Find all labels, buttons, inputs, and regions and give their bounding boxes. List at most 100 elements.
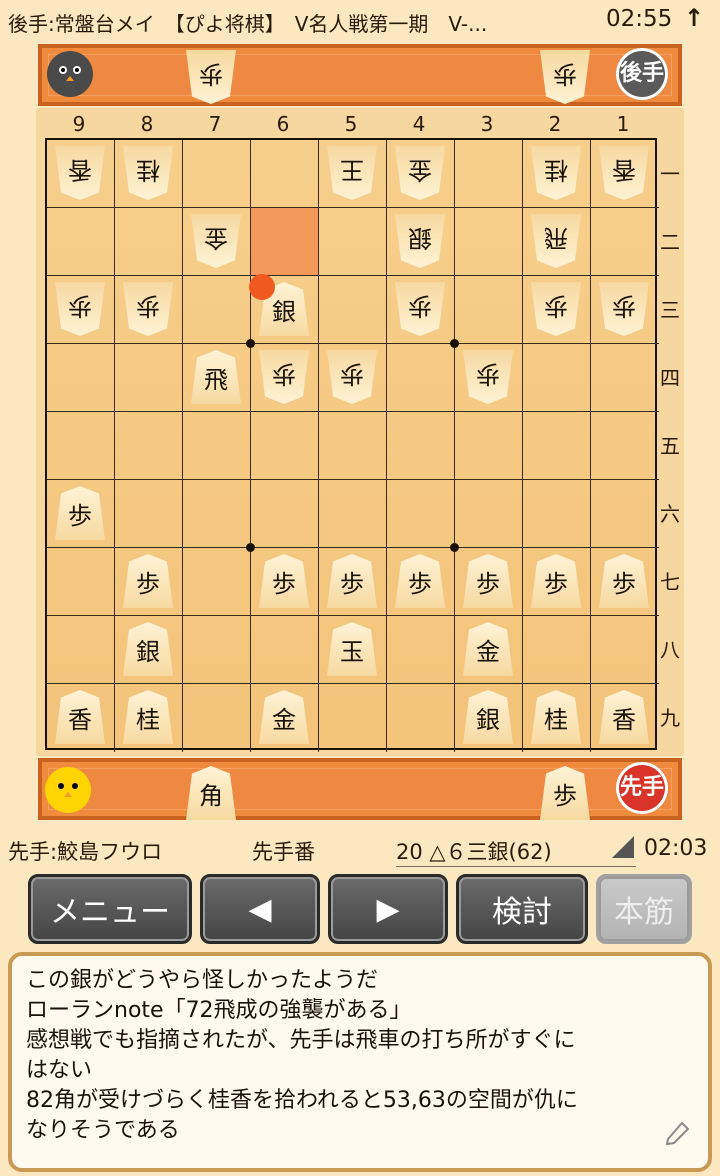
sente-piece[interactable]: 金 xyxy=(463,622,513,676)
sente-piece[interactable]: 香 xyxy=(599,690,649,744)
column-label: 4 xyxy=(412,112,426,136)
gote-piece[interactable]: 金 xyxy=(191,214,241,268)
board-square[interactable] xyxy=(47,344,115,412)
sente-piece[interactable]: 歩 xyxy=(327,554,377,608)
board-square[interactable] xyxy=(183,548,251,616)
board-square[interactable] xyxy=(47,412,115,480)
comment-box[interactable]: この銀がどうやら怪しかったようだ ローランnote「72飛成の強襲がある」 感想… xyxy=(8,952,712,1172)
gote-piece[interactable]: 桂 xyxy=(123,146,173,200)
board-square[interactable] xyxy=(319,480,387,548)
gote-piece[interactable]: 歩 xyxy=(463,350,513,404)
board-square[interactable] xyxy=(251,412,319,480)
gote-piece[interactable]: 香 xyxy=(55,146,105,200)
sente-piece[interactable]: 飛 xyxy=(191,350,241,404)
sente-piece[interactable]: 銀 xyxy=(463,690,513,744)
board-square[interactable] xyxy=(319,412,387,480)
board-square[interactable] xyxy=(387,412,455,480)
dropdown-triangle-icon[interactable] xyxy=(612,836,634,858)
board-square[interactable] xyxy=(387,480,455,548)
gote-piece[interactable]: 歩 xyxy=(259,350,309,404)
next-move-button[interactable]: ▶ xyxy=(328,874,448,944)
sente-piece[interactable]: 桂 xyxy=(123,690,173,744)
sente-piece[interactable]: 金 xyxy=(259,690,309,744)
board-square[interactable] xyxy=(319,276,387,344)
sente-hand-piece[interactable]: 角 xyxy=(186,766,236,820)
gote-piece[interactable]: 歩 xyxy=(395,282,445,336)
board-square[interactable] xyxy=(183,276,251,344)
sente-piece[interactable]: 玉 xyxy=(327,622,377,676)
row-label: 七 xyxy=(660,570,680,594)
sente-piece[interactable]: 歩 xyxy=(123,554,173,608)
pencil-icon[interactable] xyxy=(662,1115,694,1156)
comment-line: 感想戦でも指摘されたが、先手は飛車の打ち所がすぐに xyxy=(26,1028,576,1053)
gote-piece[interactable]: 歩 xyxy=(55,282,105,336)
board-square[interactable] xyxy=(115,344,183,412)
column-label: 2 xyxy=(548,112,562,136)
up-arrow-icon[interactable]: ↑ xyxy=(684,4,704,32)
shogi-board[interactable]: 香桂王金桂香金銀飛歩歩銀歩歩歩飛歩歩歩歩歩歩歩歩歩歩歩銀玉金香桂金銀桂香 xyxy=(45,138,659,752)
board-square[interactable] xyxy=(115,412,183,480)
sente-piece[interactable]: 桂 xyxy=(531,690,581,744)
gote-piece[interactable]: 歩 xyxy=(599,282,649,336)
board-square[interactable] xyxy=(591,208,659,276)
gote-hand-piece[interactable]: 歩 xyxy=(186,50,236,104)
board-square[interactable] xyxy=(387,684,455,752)
sente-piece[interactable]: 歩 xyxy=(463,554,513,608)
sente-piece[interactable]: 歩 xyxy=(599,554,649,608)
sente-hand-piece[interactable]: 歩 xyxy=(540,766,590,820)
gote-piece[interactable]: 王 xyxy=(327,146,377,200)
gote-piece[interactable]: 金 xyxy=(395,146,445,200)
board-square[interactable] xyxy=(591,344,659,412)
board-square[interactable] xyxy=(455,140,523,208)
gote-piece[interactable]: 歩 xyxy=(123,282,173,336)
sente-clock: 02:03 xyxy=(644,836,708,861)
gote-piece[interactable]: 香 xyxy=(599,146,649,200)
board-square[interactable] xyxy=(183,480,251,548)
review-button[interactable]: 検討 xyxy=(456,874,588,944)
board-square[interactable] xyxy=(183,412,251,480)
board-square[interactable] xyxy=(319,208,387,276)
board-square[interactable] xyxy=(387,616,455,684)
board-square[interactable] xyxy=(523,480,591,548)
sente-piece[interactable]: 歩 xyxy=(55,486,105,540)
board-square[interactable] xyxy=(47,548,115,616)
prev-move-button[interactable]: ◀ xyxy=(200,874,320,944)
gote-piece[interactable]: 歩 xyxy=(531,282,581,336)
column-label: 9 xyxy=(72,112,86,136)
board-square[interactable] xyxy=(319,684,387,752)
board-square[interactable] xyxy=(523,616,591,684)
gote-hand-piece[interactable]: 歩 xyxy=(540,50,590,104)
board-square[interactable] xyxy=(523,344,591,412)
gote-piece[interactable]: 桂 xyxy=(531,146,581,200)
menu-button[interactable]: メニュー xyxy=(28,874,192,944)
comment-line: この銀がどうやら怪しかったようだ xyxy=(26,968,379,993)
board-square[interactable] xyxy=(251,480,319,548)
board-square[interactable] xyxy=(183,140,251,208)
sente-piece[interactable]: 歩 xyxy=(259,554,309,608)
board-square[interactable] xyxy=(591,412,659,480)
gote-piece[interactable]: 歩 xyxy=(327,350,377,404)
board-square[interactable] xyxy=(387,344,455,412)
gote-piece[interactable]: 飛 xyxy=(531,214,581,268)
board-square[interactable] xyxy=(455,276,523,344)
sente-piece[interactable]: 歩 xyxy=(395,554,445,608)
board-square[interactable] xyxy=(183,616,251,684)
board-square[interactable] xyxy=(115,208,183,276)
board-square[interactable] xyxy=(455,208,523,276)
board-square[interactable] xyxy=(47,616,115,684)
board-square[interactable] xyxy=(183,684,251,752)
sente-piece[interactable]: 歩 xyxy=(531,554,581,608)
board-square[interactable] xyxy=(591,480,659,548)
board-square[interactable] xyxy=(455,480,523,548)
gote-piece[interactable]: 銀 xyxy=(395,214,445,268)
board-square[interactable] xyxy=(251,616,319,684)
sente-piece[interactable]: 香 xyxy=(55,690,105,744)
board-square[interactable] xyxy=(251,140,319,208)
move-selector[interactable]: 20 △６三銀(62) xyxy=(396,836,636,867)
board-square[interactable] xyxy=(47,208,115,276)
sente-piece[interactable]: 銀 xyxy=(123,622,173,676)
board-square[interactable] xyxy=(523,412,591,480)
board-square[interactable] xyxy=(591,616,659,684)
board-square[interactable] xyxy=(455,412,523,480)
board-square[interactable] xyxy=(115,480,183,548)
